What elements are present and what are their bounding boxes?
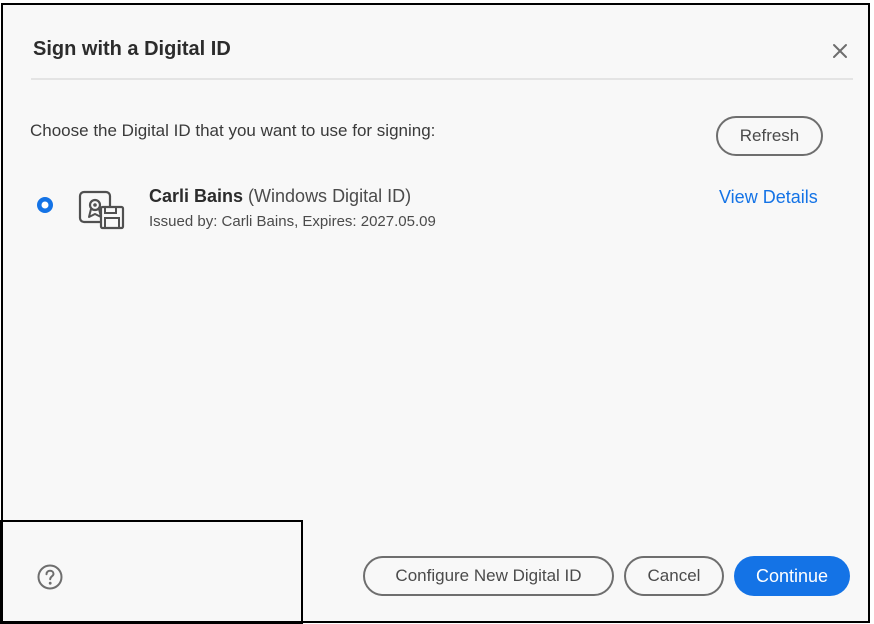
title-divider: [31, 78, 853, 80]
digital-id-radio[interactable]: [36, 196, 54, 214]
configure-new-digital-id-button[interactable]: Configure New Digital ID: [363, 556, 614, 596]
view-details-link[interactable]: View Details: [719, 187, 818, 208]
refresh-button[interactable]: Refresh: [716, 116, 823, 156]
digital-id-name: Carli Bains: [149, 186, 244, 206]
digital-id-type: (Windows Digital ID): [243, 186, 412, 206]
sign-digital-id-dialog: Sign with a Digital ID Choose the Digita…: [1, 3, 870, 623]
certificate-icon: [78, 188, 126, 230]
digital-id-title: Carli Bains (Windows Digital ID): [149, 186, 411, 207]
continue-button[interactable]: Continue: [734, 556, 850, 596]
cancel-button[interactable]: Cancel: [624, 556, 724, 596]
close-icon: [833, 44, 847, 58]
radio-selected-indicator: [37, 197, 53, 213]
dialog-title: Sign with a Digital ID: [33, 38, 231, 60]
help-icon[interactable]: [37, 564, 63, 590]
digital-id-issued-info: Issued by: Carli Bains, Expires: 2027.05…: [149, 213, 436, 230]
instruction-text: Choose the Digital ID that you want to u…: [30, 121, 436, 140]
close-button[interactable]: [829, 40, 851, 62]
